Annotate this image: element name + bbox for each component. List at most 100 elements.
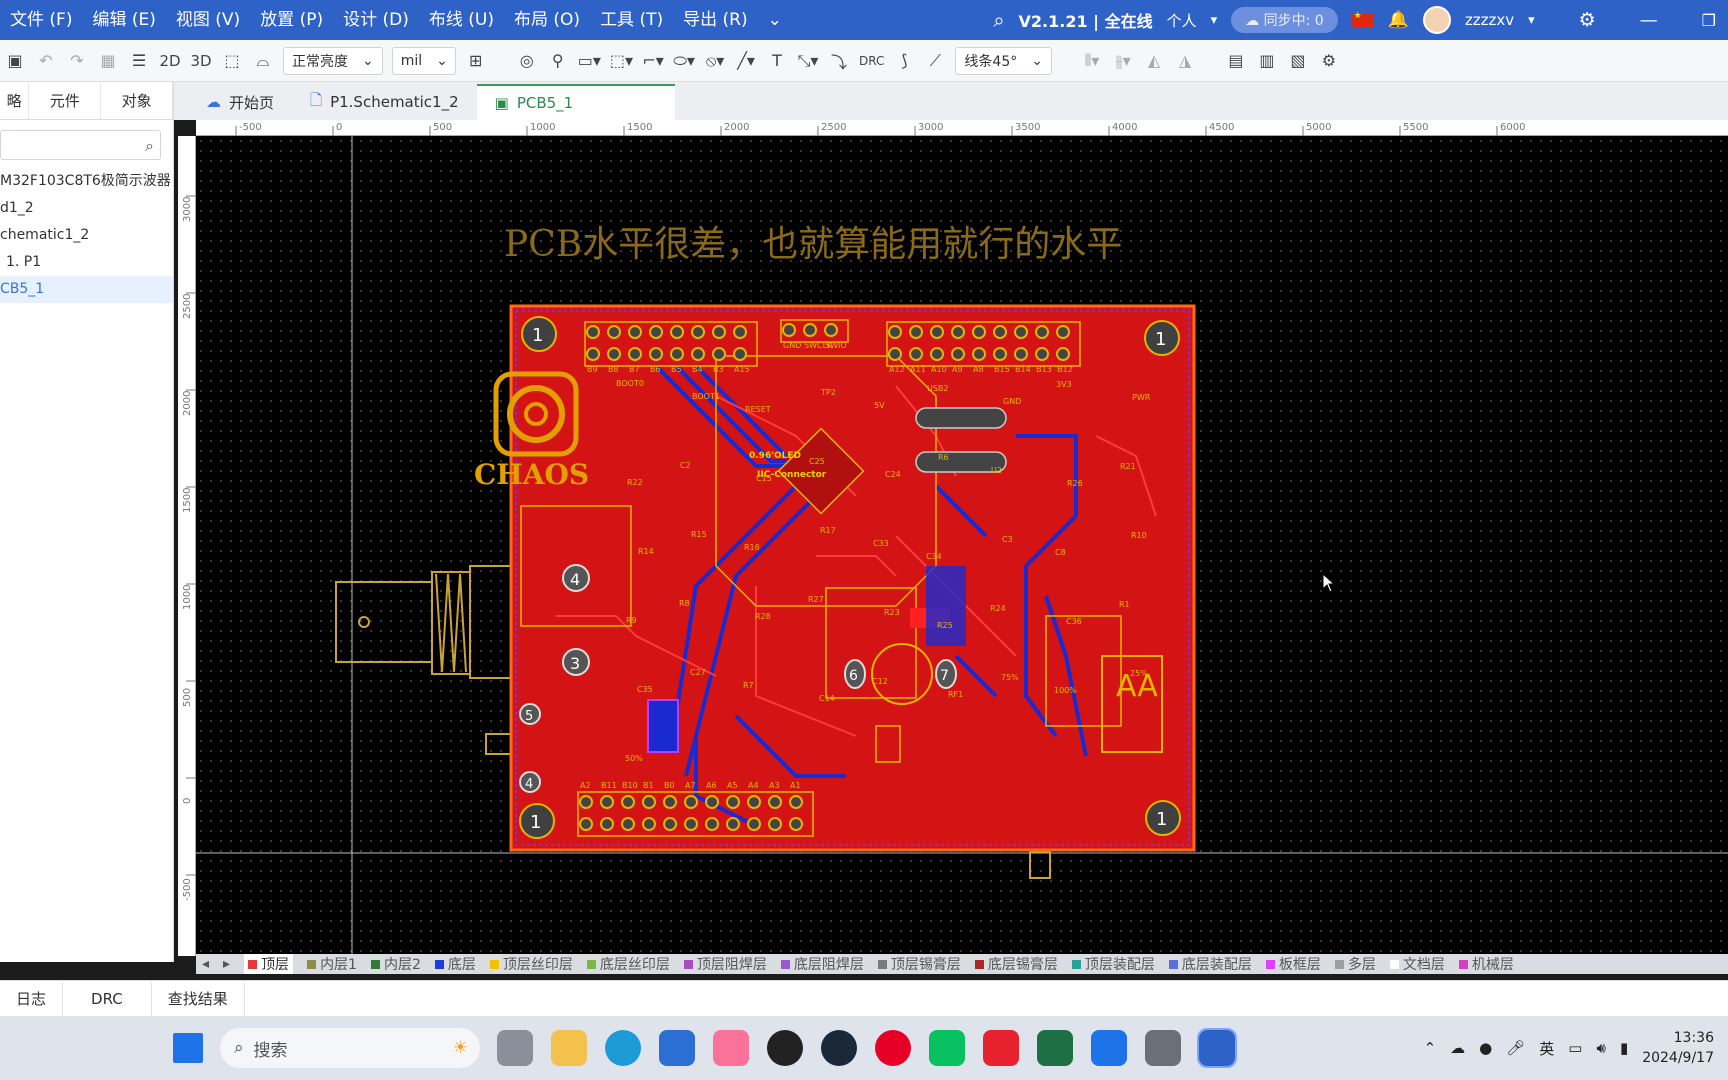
header-pin[interactable] (663, 795, 677, 809)
header-pin[interactable] (663, 817, 677, 831)
header-pin[interactable] (628, 325, 642, 339)
header-pin[interactable] (642, 795, 656, 809)
menu-export[interactable]: 导出 (R) (673, 0, 757, 40)
wechat-icon[interactable] (929, 1030, 965, 1066)
battery-icon[interactable]: ▮ (1620, 1039, 1628, 1057)
menu-place[interactable]: 放置 (P) (250, 0, 333, 40)
flip-v-icon[interactable]: ◮ (1174, 48, 1196, 74)
bom-icon[interactable]: ▥ (1256, 48, 1278, 74)
steam-icon[interactable] (821, 1030, 857, 1066)
mounting-hole[interactable]: 1 (1145, 800, 1181, 836)
header-pin[interactable] (930, 325, 944, 339)
netease-music-icon[interactable] (875, 1030, 911, 1066)
route-icon[interactable]: ⟆ (893, 48, 915, 74)
undo-icon[interactable]: ↶ (35, 48, 57, 74)
header-pin[interactable] (768, 795, 782, 809)
header-pin[interactable] (803, 323, 817, 337)
account-type-select[interactable]: 个人 (1167, 10, 1197, 31)
pcb-board-outline[interactable] (509, 304, 1196, 852)
tab-find-results[interactable]: 查找结果 (152, 981, 245, 1016)
pad[interactable]: 3 (562, 648, 590, 676)
board-outline-icon[interactable]: ⌓ (252, 48, 274, 74)
tab-log[interactable]: 日志 (0, 981, 64, 1016)
layer-item[interactable]: 底层装配层 (1168, 954, 1252, 974)
tab-objects[interactable]: 对象 (101, 82, 173, 119)
phone-link-icon[interactable] (1091, 1030, 1127, 1066)
unit-select[interactable]: mil ⌄ (391, 46, 456, 75)
header-pin[interactable] (993, 325, 1007, 339)
layer-item[interactable]: 底层阻焊层 (780, 954, 864, 974)
tree-item-schematic[interactable]: chematic1_2 (0, 222, 173, 249)
pcb-note-text[interactable]: PCB水平很差，也就算能用就行的水平 (504, 224, 1122, 265)
layer-item[interactable]: 机械层 (1458, 954, 1514, 974)
game-controller-icon[interactable] (1145, 1030, 1181, 1066)
menu-tools[interactable]: 工具 (T) (590, 0, 673, 40)
network-icon[interactable]: ▭ (1568, 1039, 1582, 1057)
header-pin[interactable] (951, 347, 965, 361)
dimension-icon[interactable]: ⤡▾ (797, 48, 819, 74)
header-pin[interactable] (972, 347, 986, 361)
header-pin[interactable] (888, 325, 902, 339)
header-pin[interactable] (972, 325, 986, 339)
header-pin[interactable] (600, 817, 614, 831)
region-icon[interactable]: ⬚▾ (610, 48, 633, 74)
header-pin[interactable] (726, 795, 740, 809)
ime-indicator[interactable]: 英 (1539, 1038, 1554, 1059)
header-pin[interactable] (1014, 347, 1028, 361)
language-flag-icon[interactable] (1351, 11, 1374, 28)
header-pin[interactable] (684, 817, 698, 831)
bell-icon[interactable]: 🔔 (1388, 10, 1409, 30)
windows-start-icon[interactable] (173, 1033, 203, 1063)
bilibili-icon[interactable] (713, 1030, 749, 1066)
import-icon[interactable]: ⤵ (828, 48, 850, 74)
header-pin[interactable] (607, 347, 621, 361)
tab-project[interactable]: 略 (0, 82, 30, 119)
microphone-icon[interactable]: 🎤︎ (1506, 1039, 1525, 1057)
header-pin[interactable] (1056, 347, 1070, 361)
tree-item-pcb[interactable]: CB5_1 (0, 276, 173, 303)
grid-icon[interactable]: ⊞ (465, 48, 487, 74)
pad-icon[interactable]: ◎ (516, 48, 538, 74)
header-pin[interactable] (586, 325, 600, 339)
menu-view[interactable]: 视图 (V) (166, 0, 250, 40)
header-pin[interactable] (1035, 325, 1049, 339)
search-icon[interactable]: ⌕ (993, 8, 1004, 32)
layer-item[interactable]: 底层 (434, 954, 476, 974)
header-pin[interactable] (642, 817, 656, 831)
edge-browser-icon[interactable] (605, 1030, 641, 1066)
header-pin[interactable] (951, 325, 965, 339)
header-pin[interactable] (733, 325, 747, 339)
mounting-hole[interactable]: 1 (521, 316, 557, 352)
layer-item[interactable]: 顶层 (244, 954, 294, 974)
zoom-fit-icon[interactable]: ⬚ (221, 48, 243, 74)
header-pin[interactable] (621, 795, 635, 809)
header-pin[interactable] (909, 347, 923, 361)
pad[interactable]: 6 (844, 659, 866, 689)
align-icon[interactable]: ⫴▾ (1081, 48, 1103, 74)
diff-pair-icon[interactable]: ⟋ (924, 48, 946, 74)
settings-gear-icon[interactable]: ⚙ (1318, 48, 1340, 74)
pad[interactable]: 4 (562, 564, 590, 592)
view-2d-button[interactable]: 2D (159, 48, 181, 74)
qq-icon[interactable] (767, 1030, 803, 1066)
layer-item[interactable]: 顶层装配层 (1071, 954, 1155, 974)
brightness-select[interactable]: 正常亮度 ⌄ (283, 46, 383, 75)
no-connect-icon[interactable]: ⦸▾ (704, 48, 726, 74)
header-pin[interactable] (747, 817, 761, 831)
pad[interactable]: 7 (935, 659, 957, 689)
line-icon[interactable]: ╱▾ (735, 48, 757, 74)
header-pin[interactable] (628, 347, 642, 361)
sync-status-button[interactable]: ☁ 同步中: 0 (1231, 7, 1338, 33)
menu-file[interactable]: 文件 (F) (0, 0, 82, 40)
qq-tray-icon[interactable]: ● (1479, 1039, 1492, 1057)
text-icon[interactable]: T (766, 48, 788, 74)
tab-pcb[interactable]: ▣ PCB5_1 (476, 84, 675, 120)
order-pcb-icon[interactable]: ▧ (1287, 48, 1309, 74)
polygon-icon[interactable]: ⌐▾ (642, 48, 664, 74)
menu-design[interactable]: 设计 (D) (333, 0, 419, 40)
layer-item[interactable]: 顶层阻焊层 (683, 954, 767, 974)
username[interactable]: zzzzxv (1465, 11, 1514, 29)
file-explorer-icon[interactable] (551, 1030, 587, 1066)
header-pin[interactable] (579, 817, 593, 831)
task-view-icon[interactable] (497, 1030, 533, 1066)
